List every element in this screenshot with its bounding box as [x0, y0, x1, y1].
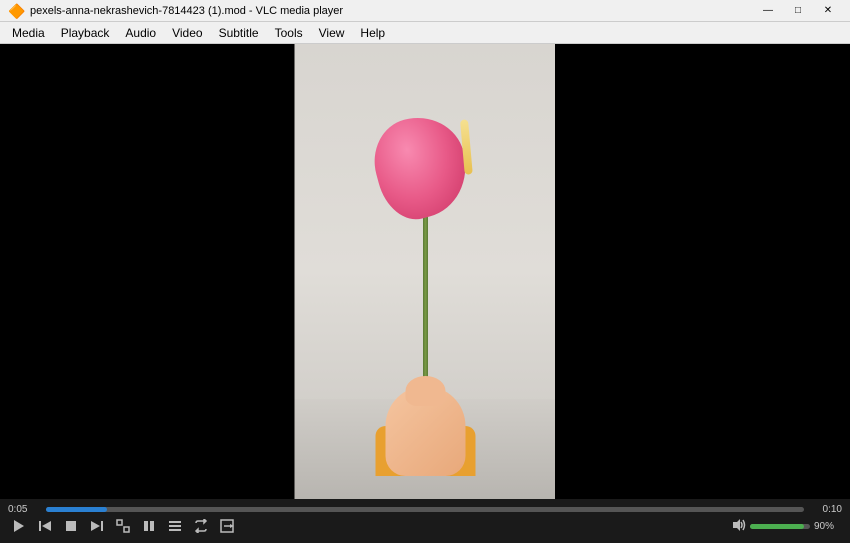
video-area — [0, 44, 850, 499]
controls-area: 0:05 0:10 — [0, 499, 850, 543]
flower-head — [376, 117, 466, 217]
previous-button[interactable] — [34, 515, 56, 537]
close-button[interactable]: ✕ — [814, 2, 842, 20]
time-current: 0:05 — [8, 504, 38, 515]
menu-item-tools[interactable]: Tools — [267, 22, 311, 44]
menu-bar: Media Playback Audio Video Subtitle Tool… — [0, 22, 850, 44]
pause-icon — [142, 519, 156, 533]
play-button[interactable] — [8, 515, 30, 537]
window-title: pexels-anna-nekrashevich-7814423 (1).mod… — [30, 5, 343, 17]
flower-scene — [295, 44, 556, 499]
buttons-row: 90% — [8, 515, 842, 537]
left-controls — [8, 515, 238, 537]
volume-control: 90% — [732, 518, 842, 535]
volume-label: 90% — [814, 521, 842, 532]
menu-item-audio[interactable]: Audio — [117, 22, 164, 44]
volume-bar[interactable] — [750, 524, 810, 529]
loop-button[interactable] — [190, 515, 212, 537]
extended-icon — [220, 519, 234, 533]
vlc-logo-icon: 🔶 — [8, 3, 24, 19]
title-bar: 🔶 pexels-anna-nekrashevich-7814423 (1).m… — [0, 0, 850, 22]
hand — [365, 346, 485, 476]
next-icon — [90, 519, 104, 533]
playlist-icon — [168, 519, 182, 533]
black-bar-right — [555, 44, 850, 499]
menu-item-playback[interactable]: Playback — [53, 22, 118, 44]
menu-item-video[interactable]: Video — [164, 22, 210, 44]
progress-bar[interactable] — [46, 507, 804, 512]
next-button[interactable] — [86, 515, 108, 537]
black-bar-left — [0, 44, 295, 499]
time-total: 0:10 — [812, 504, 842, 515]
stop-button[interactable] — [60, 515, 82, 537]
video-frame — [295, 44, 556, 499]
maximize-button[interactable]: □ — [784, 2, 812, 20]
title-bar-left: 🔶 pexels-anna-nekrashevich-7814423 (1).m… — [8, 3, 343, 19]
menu-item-media[interactable]: Media — [4, 22, 53, 44]
extended-button[interactable] — [216, 515, 238, 537]
pause-frame-button[interactable] — [138, 515, 160, 537]
fullscreen-icon — [116, 519, 130, 533]
progress-row: 0:05 0:10 — [8, 503, 842, 515]
menu-item-subtitle[interactable]: Subtitle — [211, 22, 267, 44]
previous-icon — [38, 519, 52, 533]
play-icon — [12, 519, 26, 533]
volume-bar-fill — [750, 524, 804, 529]
playlist-button[interactable] — [164, 515, 186, 537]
speaker-icon — [732, 518, 746, 532]
window-controls: — □ ✕ — [754, 2, 842, 20]
fullscreen-button[interactable] — [112, 515, 134, 537]
right-controls: 90% — [732, 518, 842, 535]
progress-bar-fill — [46, 507, 107, 512]
loop-icon — [194, 519, 208, 533]
stop-icon — [64, 519, 78, 533]
minimize-button[interactable]: — — [754, 2, 782, 20]
volume-icon[interactable] — [732, 518, 746, 535]
menu-item-view[interactable]: View — [311, 22, 353, 44]
menu-item-help[interactable]: Help — [352, 22, 393, 44]
